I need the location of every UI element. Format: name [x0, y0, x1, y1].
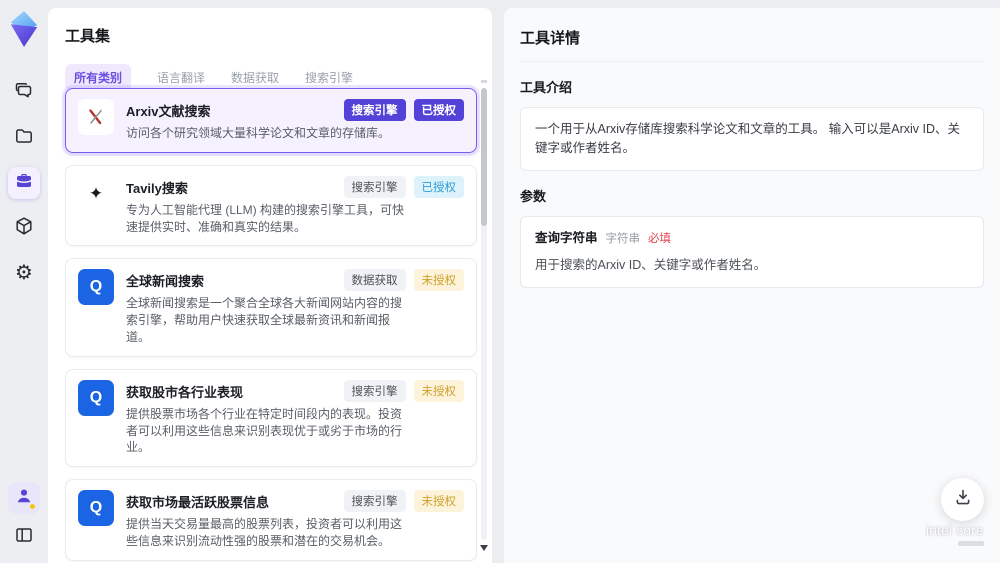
tool-description: 专为人工智能代理 (LLM) 构建的搜索引擎工具，可快速提供实时、准确和真实的结… [126, 202, 405, 234]
tool-title: Arxiv文献搜索 [126, 104, 211, 119]
tool-description: 访问各个研究领域大量科学论文和文章的存储库。 [126, 126, 391, 140]
tool-status-badge: 未授权 [413, 379, 464, 402]
panel-toggle-icon [14, 525, 34, 550]
tool-title: 全球新闻搜索 [126, 274, 205, 290]
sidebar-item-chat[interactable] [8, 77, 40, 109]
tools-panel: 工具集 所有类别 语言翻译 数据获取 搜索引擎 Arxiv文献搜索 搜索引擎 已授权 … [48, 8, 492, 563]
sidebar-item-folder[interactable] [8, 122, 40, 154]
download-icon [953, 487, 973, 512]
param-name: 查询字符串 [535, 230, 598, 245]
intro-heading: 工具介绍 [520, 80, 573, 95]
tool-card[interactable]: Q 全球新闻搜索 数据获取 未授权 全球新闻搜索是一个聚合全球各大新闻网站内容的… [65, 258, 477, 357]
cube-icon [14, 216, 34, 241]
tool-category-badge: 搜索引擎 [343, 99, 406, 121]
sidebar-item-toolbox[interactable] [8, 167, 40, 199]
tool-category-badge: 搜索引擎 [343, 175, 406, 198]
params-heading: 参数 [520, 188, 547, 204]
chat-icon [14, 81, 34, 106]
tool-category-badge: 搜索引擎 [343, 490, 406, 513]
download-button[interactable] [941, 478, 984, 521]
tool-title: Tavily搜索 [126, 180, 188, 196]
tool-description: 提供当天交易量最高的股票列表，投资者可以利用这些信息来识别流动性强的股票和潜在的… [126, 517, 403, 548]
tool-status-badge: 已授权 [413, 99, 464, 121]
tool-title: 获取股市各行业表现 [126, 384, 244, 400]
tool-card[interactable]: Arxiv文献搜索 搜索引擎 已授权 访问各个研究领域大量科学论文和文章的存储库… [65, 88, 477, 153]
tool-category-badge: 数据获取 [343, 269, 406, 292]
tool-card[interactable]: Q 获取股市各行业表现 搜索引擎 未授权 提供股票市场各个行业在特定时间段内的表… [65, 368, 477, 468]
tool-list: Arxiv文献搜索 搜索引擎 已授权 访问各个研究领域大量科学论文和文章的存储库… [65, 88, 477, 563]
sidebar-item-models[interactable] [8, 212, 40, 244]
scrollbar-up-dash [481, 80, 487, 83]
tool-detail-panel: 工具详情 工具介绍 一个用于从Arxiv存储库搜索科学论文和文章的工具。 输入可… [504, 8, 1000, 563]
q-news-icon: Q [78, 269, 114, 306]
sidebar-item-settings[interactable]: ⚙ [8, 257, 40, 289]
gear-icon: ⚙ [15, 262, 33, 284]
tool-card[interactable]: Q 获取市场最活跃股票信息 搜索引擎 未授权 提供当天交易量最高的股票列表，投资… [65, 479, 477, 561]
tool-description: 提供股票市场各个行业在特定时间段内的表现。投资者可以利用这些信息来识别表现优于或… [126, 406, 403, 455]
tool-description: 全球新闻搜索是一个聚合全球各大新闻网站内容的搜索引擎，帮助用户快速获取全球最新资… [126, 296, 403, 344]
tab-translate[interactable]: 语言翻译 [157, 69, 205, 86]
tool-status-badge: 未授权 [413, 490, 464, 513]
intro-box: 一个用于从Arxiv存储库搜索科学论文和文章的工具。 输入可以是Arxiv ID… [520, 107, 984, 171]
app-sidebar: ⚙ [0, 0, 48, 563]
param-type: 字符串 [605, 232, 641, 245]
page-title: 工具集 [65, 28, 111, 45]
q-news-icon: Q [78, 379, 114, 416]
intel-core-logo: intel core [926, 523, 984, 538]
tool-title: 获取市场最活跃股票信息 [126, 495, 270, 511]
tool-status-badge: 未授权 [413, 269, 464, 292]
tab-data-fetch[interactable]: 数据获取 [231, 69, 279, 86]
app-logo-icon [7, 9, 41, 49]
tab-search-engine[interactable]: 搜索引擎 [305, 69, 353, 86]
list-scrollbar[interactable] [481, 88, 487, 540]
scrollbar-thumb[interactable] [481, 88, 487, 226]
status-dot [30, 504, 35, 509]
folder-icon [14, 126, 34, 151]
intel-core-logo-sub [958, 541, 984, 546]
q-news-icon: Q [78, 490, 114, 527]
param-description: 用于搜索的Arxiv ID、关键字或作者姓名。 [535, 257, 767, 272]
tool-status-badge: 已授权 [413, 175, 464, 198]
tab-all[interactable]: 所有类别 [65, 63, 132, 91]
sparkle-icon: ✦ [78, 175, 114, 212]
toolbox-icon [14, 171, 34, 196]
param-required-badge: 必填 [648, 232, 672, 245]
arxiv-logo-icon [78, 99, 114, 135]
sidebar-nav: ⚙ [8, 77, 40, 289]
sidebar-bottom [0, 482, 48, 553]
tool-card[interactable]: ✦ Tavily搜索 搜索引擎 已授权 专为人工智能代理 (LLM) 构建的搜索… [65, 164, 477, 247]
sidebar-item-panel-toggle[interactable] [8, 521, 40, 553]
param-box: 查询字符串 字符串 必填 用于搜索的Arxiv ID、关键字或作者姓名。 [520, 215, 984, 288]
scroll-down-arrow-icon[interactable] [480, 545, 488, 551]
detail-title: 工具详情 [520, 8, 984, 62]
sidebar-item-account[interactable] [8, 482, 40, 514]
tab-bar: 所有类别 语言翻译 数据获取 搜索引擎 [65, 63, 492, 91]
tool-category-badge: 搜索引擎 [343, 379, 406, 402]
